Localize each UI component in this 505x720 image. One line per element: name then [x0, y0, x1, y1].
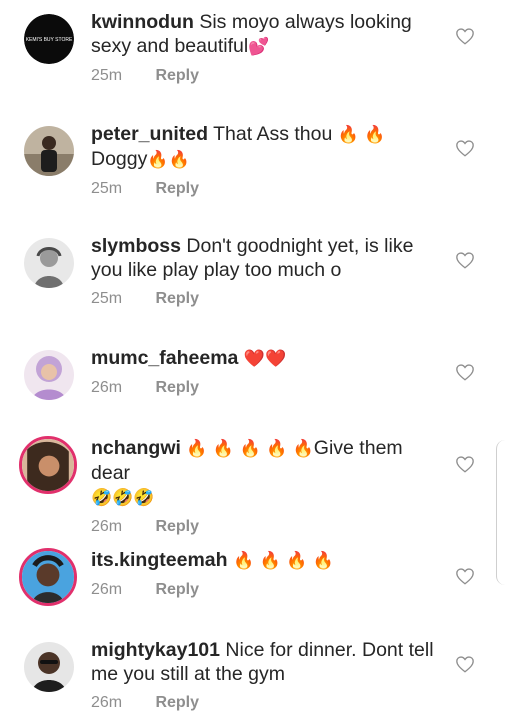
comment-emoji: 🔥 🔥 🔥 🔥 🔥 [186, 439, 314, 459]
comment-text: slymboss Don't goodnight yet, is like yo… [91, 234, 441, 282]
heart-outline-icon[interactable] [455, 251, 475, 269]
comment-emoji: 🤣🤣🤣 [91, 488, 155, 508]
reply-button[interactable]: Reply [155, 518, 199, 535]
comment-message: Doggy [91, 148, 148, 170]
comment-time: 26m [91, 581, 123, 598]
reply-button[interactable]: Reply [155, 290, 199, 307]
comment-time: 26m [91, 694, 123, 711]
reply-button[interactable]: Reply [155, 180, 199, 197]
comment-time: 25m [91, 180, 123, 197]
avatar[interactable] [24, 126, 74, 176]
comment-username[interactable]: mumc_faheema [91, 347, 238, 369]
comment-time: 26m [91, 379, 123, 396]
comment-username[interactable]: kwinnodun [91, 11, 194, 33]
comment-emoji: 🔥 🔥 [337, 125, 386, 145]
heart-outline-icon[interactable] [455, 455, 475, 473]
comment-username[interactable]: peter_united [91, 123, 208, 145]
heart-outline-icon[interactable] [455, 363, 475, 381]
avatar[interactable] [19, 436, 77, 494]
comment-emoji: 🔥🔥 [147, 150, 190, 170]
scrollbar-edge[interactable] [496, 440, 505, 585]
comment-time: 25m [91, 67, 123, 84]
comment-emoji: 🔥 🔥 🔥 🔥 [232, 551, 334, 571]
heart-outline-icon[interactable] [455, 27, 475, 45]
comment-username[interactable]: mightykay101 [91, 639, 220, 661]
reply-button[interactable]: Reply [155, 694, 199, 711]
comment-message: That Ass thou [213, 123, 333, 145]
reply-button[interactable]: Reply [155, 379, 199, 396]
avatar[interactable]: KEMI'S BUY STORE [24, 14, 74, 64]
comment-text: kwinnodun Sis moyo always looking sexy a… [91, 10, 441, 59]
comment-time: 25m [91, 290, 123, 307]
comment-emoji: 💕 [248, 37, 270, 57]
comment-emoji: ❤️❤️ [243, 349, 287, 369]
avatar[interactable] [19, 548, 77, 606]
avatar[interactable] [24, 350, 74, 400]
heart-outline-icon[interactable] [455, 655, 475, 673]
comment-text: its.kingteemah 🔥 🔥 🔥 🔥 [91, 548, 441, 573]
avatar[interactable] [24, 238, 74, 288]
comment-text: mightykay101 Nice for dinner. Dont tell … [91, 638, 441, 686]
comment-text: nchangwi 🔥 🔥 🔥 🔥 🔥Give them dear 🤣🤣🤣 [91, 436, 441, 510]
reply-button[interactable]: Reply [155, 67, 199, 84]
heart-outline-icon[interactable] [455, 567, 475, 585]
comment-username[interactable]: slymboss [91, 235, 181, 257]
reply-button[interactable]: Reply [155, 581, 199, 598]
comment-text: peter_united That Ass thou 🔥 🔥 Doggy🔥🔥 [91, 122, 441, 172]
heart-outline-icon[interactable] [455, 139, 475, 157]
comment-time: 26m [91, 518, 123, 535]
avatar[interactable] [24, 642, 74, 692]
avatar-logo-text: KEMI'S BUY STORE [26, 37, 73, 43]
comment-username[interactable]: its.kingteemah [91, 549, 228, 571]
comment-text: mumc_faheema ❤️❤️ [91, 346, 441, 371]
comment-username[interactable]: nchangwi [91, 437, 181, 459]
